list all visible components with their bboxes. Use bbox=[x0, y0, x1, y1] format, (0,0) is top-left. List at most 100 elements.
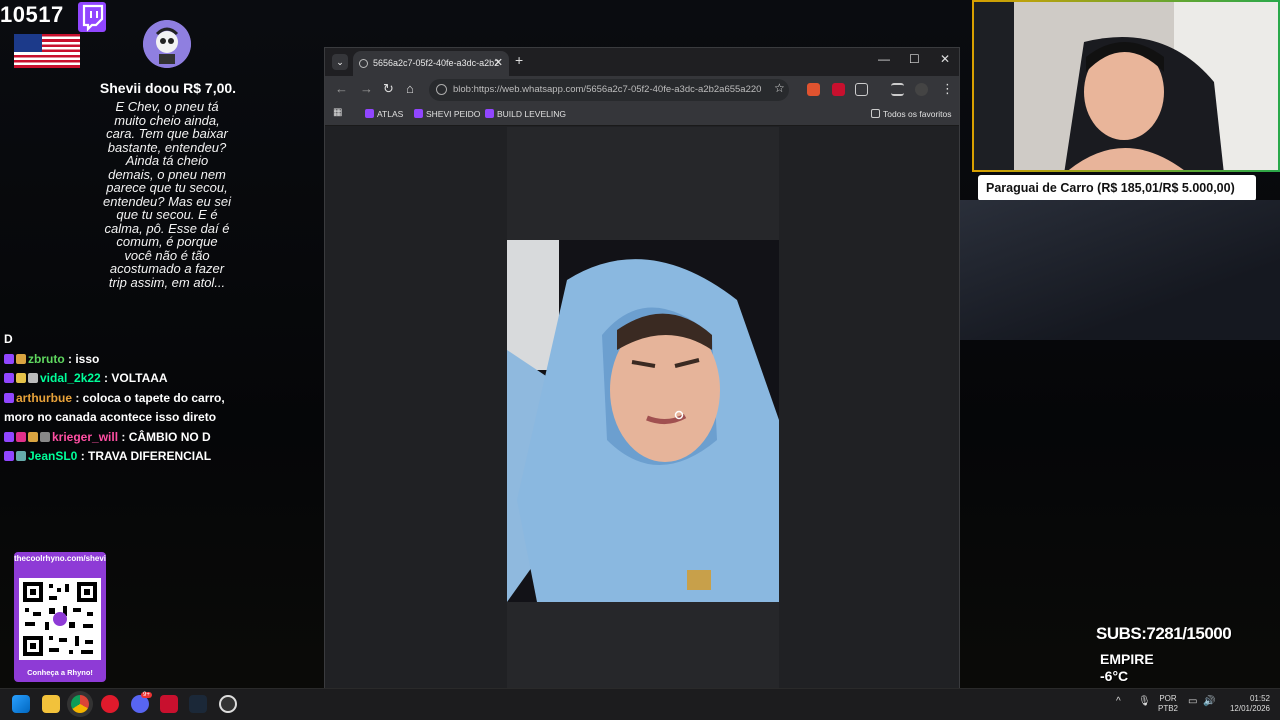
location-label: EMPIRE bbox=[1100, 651, 1154, 667]
folder-icon bbox=[871, 109, 880, 118]
browser-menu-button[interactable]: ⋮ bbox=[941, 81, 954, 97]
chat-message: krieger_will : CÂMBIO NO D bbox=[4, 428, 230, 448]
chat-username: JeanSL0 bbox=[28, 449, 78, 463]
bookmark-star-icon[interactable]: ☆ bbox=[774, 81, 785, 95]
donation-goal: Paraguai de Carro (R$ 185,01/R$ 5.000,00… bbox=[978, 175, 1256, 201]
app-icon[interactable] bbox=[160, 695, 178, 713]
twitch-bookmark-icon bbox=[485, 109, 494, 118]
sponsor-qr-card: thecoolrhyno.com/shevii2k Conheça a Rhyn… bbox=[14, 552, 106, 682]
gift-badge-icon bbox=[16, 451, 26, 461]
twitch-bookmark-icon bbox=[414, 109, 423, 118]
donation-message: E Chev, o pneu tá muito cheio ainda, car… bbox=[103, 99, 231, 290]
new-tab-button[interactable]: + bbox=[515, 52, 523, 68]
language-indicator[interactable]: POR PTB2 bbox=[1158, 694, 1178, 714]
browser-tab[interactable]: 5656a2c7-05f2-40fe-a3dc-a2b2 ✕ bbox=[353, 51, 509, 76]
home-button[interactable]: ⌂ bbox=[406, 81, 414, 96]
steam-icon[interactable] bbox=[189, 695, 207, 713]
subscriber-badge-icon bbox=[4, 373, 14, 383]
notification-badge: 9+ bbox=[141, 692, 152, 698]
hand-badge-icon bbox=[28, 431, 38, 442]
keyboard-layout: PTB2 bbox=[1158, 704, 1179, 713]
sponsor-cta: Conheça a Rhyno! bbox=[27, 668, 93, 677]
chat-message: vidal_2k22 : VOLTAAA bbox=[4, 369, 230, 389]
chat-username: vidal_2k22 bbox=[40, 371, 101, 385]
browser-toolbar: ← → ↻ ⌂ blob:https://web.whatsapp.com/56… bbox=[325, 76, 959, 104]
windows-taskbar: 9+ ^ 🎙 POR PTB2 ▭ 🔊 01:52 12/01/2026 bbox=[0, 688, 1280, 720]
forward-button[interactable]: → bbox=[360, 81, 373, 96]
address-bar[interactable]: blob:https://web.whatsapp.com/5656a2c7-0… bbox=[429, 79, 789, 101]
twitch-bookmark-icon bbox=[365, 109, 374, 118]
chat-message: arthurbue : coloca o tapete do carro, mo… bbox=[4, 389, 230, 428]
address-url: blob:https://web.whatsapp.com/5656a2c7-0… bbox=[453, 84, 762, 95]
extensions-puzzle-icon[interactable] bbox=[855, 83, 868, 96]
donation-title: Shevii doou R$ 7,00. bbox=[99, 80, 237, 96]
chat-message: zbruto : isso bbox=[4, 350, 230, 370]
donor-avatar bbox=[143, 20, 191, 68]
chat-text: : VOLTAAA bbox=[100, 371, 168, 385]
qr-code-icon bbox=[19, 578, 101, 660]
bookmark-item[interactable]: BUILD LEVELING bbox=[485, 109, 566, 119]
tab-list-button[interactable]: ⌄ bbox=[332, 54, 348, 70]
controller-badge-icon bbox=[28, 373, 38, 383]
bookmark-label: ATLAS bbox=[377, 109, 404, 119]
whatsapp-photo bbox=[507, 240, 779, 602]
browser-window: ⌄ 5656a2c7-05f2-40fe-a3dc-a2b2 ✕ + — ☐ ✕… bbox=[324, 47, 960, 688]
sponsor-url: thecoolrhyno.com/shevii2k bbox=[14, 554, 106, 563]
site-info-icon[interactable] bbox=[436, 84, 447, 95]
subscriber-badge-icon bbox=[4, 451, 14, 461]
profile-avatar[interactable] bbox=[915, 83, 928, 96]
webcam-feed bbox=[972, 0, 1280, 172]
apps-icon[interactable]: ▦ bbox=[333, 107, 342, 118]
bits-badge-icon bbox=[16, 373, 26, 383]
minimize-button[interactable]: — bbox=[878, 52, 890, 66]
reload-button[interactable]: ↻ bbox=[383, 81, 394, 97]
chat-text: D bbox=[4, 332, 13, 346]
tray-chevron-icon[interactable]: ^ bbox=[1116, 697, 1121, 707]
volume-icon[interactable]: 🔊 bbox=[1203, 697, 1215, 707]
clock-date: 12/01/2026 bbox=[1229, 704, 1270, 713]
page-content bbox=[325, 127, 959, 688]
clock-time: 01:52 bbox=[1249, 694, 1270, 703]
obs-icon[interactable] bbox=[219, 695, 237, 713]
bookmarks-bar: ▦ ATLAS SHEVI PEIDO BUILD LEVELING Todos… bbox=[325, 104, 959, 126]
chat-text: : TRAVA DIFERENCIAL bbox=[77, 449, 212, 463]
chrome-icon[interactable] bbox=[71, 695, 89, 713]
network-icon[interactable]: ▭ bbox=[1188, 697, 1197, 707]
microphone-icon[interactable]: 🎙 bbox=[1138, 697, 1151, 707]
bookmark-label: BUILD LEVELING bbox=[497, 109, 566, 119]
globe-icon bbox=[359, 59, 368, 68]
subscriber-badge-icon bbox=[4, 431, 14, 442]
us-flag-icon bbox=[14, 34, 80, 68]
hand-badge-icon bbox=[16, 353, 26, 364]
stream-screen: 10517 Shevii doou R$ 7,00. E Chev, o pne… bbox=[0, 0, 1280, 720]
adblock-icon[interactable] bbox=[832, 83, 845, 96]
chat-panel: D zbruto : isso vidal_2k22 : VOLTAAA art… bbox=[4, 330, 230, 467]
tab-bar: ⌄ 5656a2c7-05f2-40fe-a3dc-a2b2 ✕ + — ☐ ✕ bbox=[325, 48, 959, 76]
close-tab-icon[interactable]: ✕ bbox=[494, 51, 503, 76]
trophy-badge-icon bbox=[40, 431, 50, 442]
all-bookmarks-label: Todos os favoritos bbox=[883, 109, 952, 119]
bookmark-item[interactable]: SHEVI PEIDO bbox=[414, 109, 480, 119]
start-windows-icon[interactable] bbox=[12, 695, 30, 713]
tab-title: 5656a2c7-05f2-40fe-a3dc-a2b2 bbox=[373, 58, 500, 68]
bookmark-item[interactable]: ATLAS bbox=[365, 109, 403, 119]
viewer-count: 10517 bbox=[0, 2, 64, 27]
weather-widget: EMPIRE -6°C bbox=[1100, 651, 1154, 685]
maximize-button[interactable]: ☐ bbox=[909, 52, 920, 66]
bookmark-label: SHEVI PEIDO bbox=[426, 109, 481, 119]
cursor-icon bbox=[674, 410, 684, 420]
irl-camera-feed bbox=[960, 200, 1280, 340]
close-window-button[interactable]: ✕ bbox=[940, 52, 950, 66]
chat-text: : isso bbox=[64, 351, 100, 366]
subscriber-badge-icon bbox=[4, 353, 14, 364]
chat-text: : CÂMBIO NO D bbox=[118, 429, 211, 444]
back-button[interactable]: ← bbox=[335, 81, 348, 96]
subscriber-badge-icon bbox=[4, 392, 14, 403]
file-explorer-icon[interactable] bbox=[42, 695, 60, 713]
all-bookmarks[interactable]: Todos os favoritos bbox=[871, 109, 952, 119]
opera-icon[interactable] bbox=[101, 695, 119, 713]
media-controls-icon[interactable] bbox=[891, 83, 904, 96]
extension-fox-icon[interactable] bbox=[807, 83, 820, 96]
heart-badge-icon bbox=[16, 431, 26, 442]
clock[interactable]: 01:52 12/01/2026 bbox=[1226, 694, 1270, 714]
